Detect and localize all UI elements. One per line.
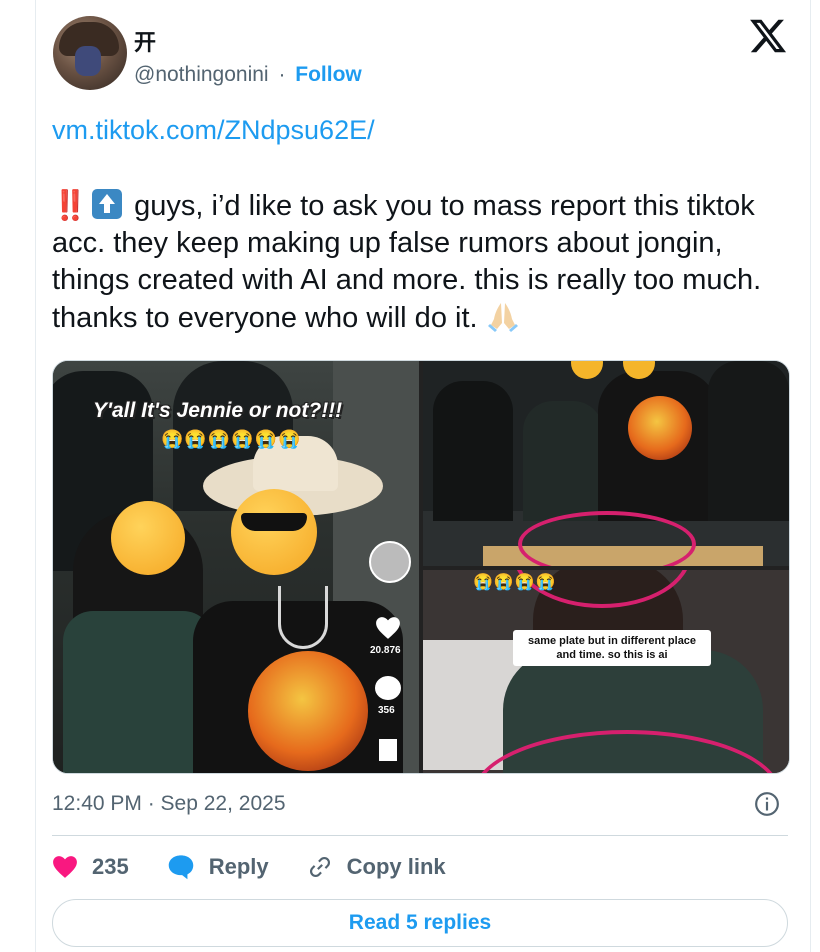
comment-icon[interactable] — [375, 676, 401, 700]
tweet-body: guys, i’d like to ask you to mass report… — [52, 190, 762, 334]
handle-row: @nothingonini · Follow — [134, 63, 362, 87]
reply-label: Reply — [208, 854, 269, 879]
like-count: 235 — [92, 854, 129, 879]
heart-filled-icon — [53, 856, 77, 878]
reply-bubble-icon — [168, 855, 193, 880]
action-bar: 235 Reply Copy link — [52, 850, 484, 884]
copy-link-label: Copy link — [346, 854, 446, 879]
tiktok-like-count: 20.876 — [370, 645, 401, 656]
crying-emojis-left: 😭😭😭😭😭😭 — [161, 429, 302, 449]
follow-button[interactable]: Follow — [295, 63, 362, 86]
shirt-graphic-right — [628, 396, 692, 460]
x-logo-icon[interactable] — [748, 16, 788, 56]
crying-emojis-right: 😭😭😭😭 — [473, 574, 557, 591]
like-button[interactable]: 235 — [52, 854, 129, 880]
emoji-face-top-1 — [571, 361, 603, 379]
display-name[interactable]: 开 — [134, 25, 156, 57]
tiktok-profile-avatar[interactable] — [369, 541, 411, 583]
user-handle[interactable]: @nothingonini — [134, 63, 269, 86]
ai-caption: same plate but in different place and ti… — [513, 630, 711, 666]
person-4-shirt — [708, 361, 789, 521]
avatar-hand — [75, 46, 101, 76]
shirt-graphic — [248, 651, 368, 771]
reply-button[interactable]: Reply — [167, 854, 269, 880]
avatar[interactable] — [53, 16, 127, 90]
tweet-text: ‼️ guys, i’d like to ask you to mass rep… — [52, 188, 792, 337]
overlay-title-text: Y'all It's Jennie or not?!!! — [93, 399, 343, 422]
media-image-right-bottom[interactable]: 😭😭😭😭 same plate but in different place a… — [423, 570, 789, 773]
copy-link-button[interactable]: Copy link — [307, 854, 446, 880]
person-2-shirt — [523, 401, 603, 521]
link-icon — [309, 857, 330, 877]
double-exclamation-icon: ‼️ — [52, 190, 88, 222]
tiktok-link[interactable]: vm.tiktok.com/ZNdpsu62E/ — [52, 115, 375, 146]
separator: · — [278, 63, 286, 86]
info-icon[interactable] — [754, 791, 780, 817]
smile-emoji-face — [111, 501, 185, 575]
read-replies-button[interactable]: Read 5 replies — [52, 899, 788, 947]
media-image-right-top[interactable] — [423, 361, 789, 566]
divider — [52, 835, 788, 836]
bookmark-icon[interactable] — [379, 739, 397, 761]
woman-shirt — [63, 611, 213, 773]
tweet-timestamp[interactable]: 12:40 PM · Sep 22, 2025 — [52, 792, 286, 816]
chain-necklace — [278, 586, 328, 649]
folded-hands-icon — [487, 303, 518, 332]
media-image-left[interactable]: Y'all It's Jennie or not?!!! 😭😭😭😭😭😭 20.8… — [53, 361, 419, 773]
person-1-shirt — [433, 381, 513, 521]
sunglasses — [241, 513, 307, 531]
tiktok-comment-count: 356 — [378, 705, 395, 716]
sunglasses-emoji-face — [231, 489, 317, 575]
heart-icon[interactable] — [375, 616, 401, 640]
media-grid[interactable]: Y'all It's Jennie or not?!!! 😭😭😭😭😭😭 20.8… — [52, 360, 790, 774]
up-arrow-icon — [92, 189, 123, 219]
tweet-card: 开 @nothingonini · Follow vm.tiktok.com/Z… — [35, 0, 811, 952]
